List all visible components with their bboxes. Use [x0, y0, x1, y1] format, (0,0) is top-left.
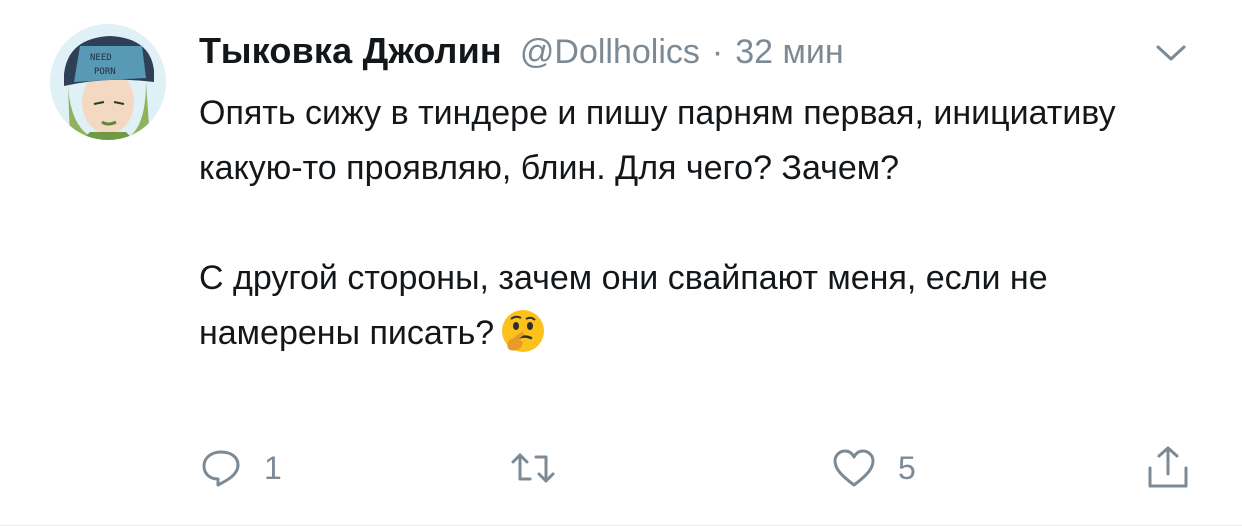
- like-button[interactable]: 5: [832, 440, 916, 496]
- user-handle[interactable]: @Dollholics: [520, 33, 700, 72]
- like-count: 5: [898, 449, 916, 486]
- thinking-face-icon: [500, 308, 546, 354]
- share-icon: [1148, 446, 1188, 488]
- action-bar: 1 5: [0, 440, 1242, 496]
- tweet-text: Опять сижу в тиндере и пишу парням перва…: [199, 86, 1209, 361]
- share-button[interactable]: [1146, 440, 1190, 496]
- reply-icon: [202, 450, 240, 487]
- timestamp[interactable]: 32 мин: [735, 33, 843, 72]
- avatar[interactable]: NEED PORN: [50, 24, 166, 140]
- tweet[interactable]: NEED PORN Тыковка Джолин @Dollholics · 3…: [0, 0, 1242, 526]
- retweet-button[interactable]: [510, 440, 578, 496]
- display-name[interactable]: Тыковка Джолин: [199, 30, 502, 72]
- separator-dot: ·: [711, 33, 724, 71]
- heart-icon: [833, 449, 875, 487]
- svg-text:PORN: PORN: [94, 67, 116, 77]
- svg-text:NEED: NEED: [90, 53, 112, 63]
- retweet-icon: [511, 453, 555, 483]
- tweet-paragraph-2-text: С другой стороны, зачем они свайпают мен…: [199, 259, 1048, 352]
- chevron-down-icon[interactable]: [1152, 40, 1190, 66]
- tweet-paragraph-2: С другой стороны, зачем они свайпают мен…: [199, 251, 1209, 361]
- reply-count: 1: [264, 449, 282, 486]
- reply-button[interactable]: 1: [200, 440, 282, 496]
- tweet-paragraph-1: Опять сижу в тиндере и пишу парням перва…: [199, 94, 1116, 187]
- tweet-header: Тыковка Джолин @Dollholics · 32 мин: [199, 30, 844, 80]
- avatar-image: NEED PORN: [50, 24, 166, 140]
